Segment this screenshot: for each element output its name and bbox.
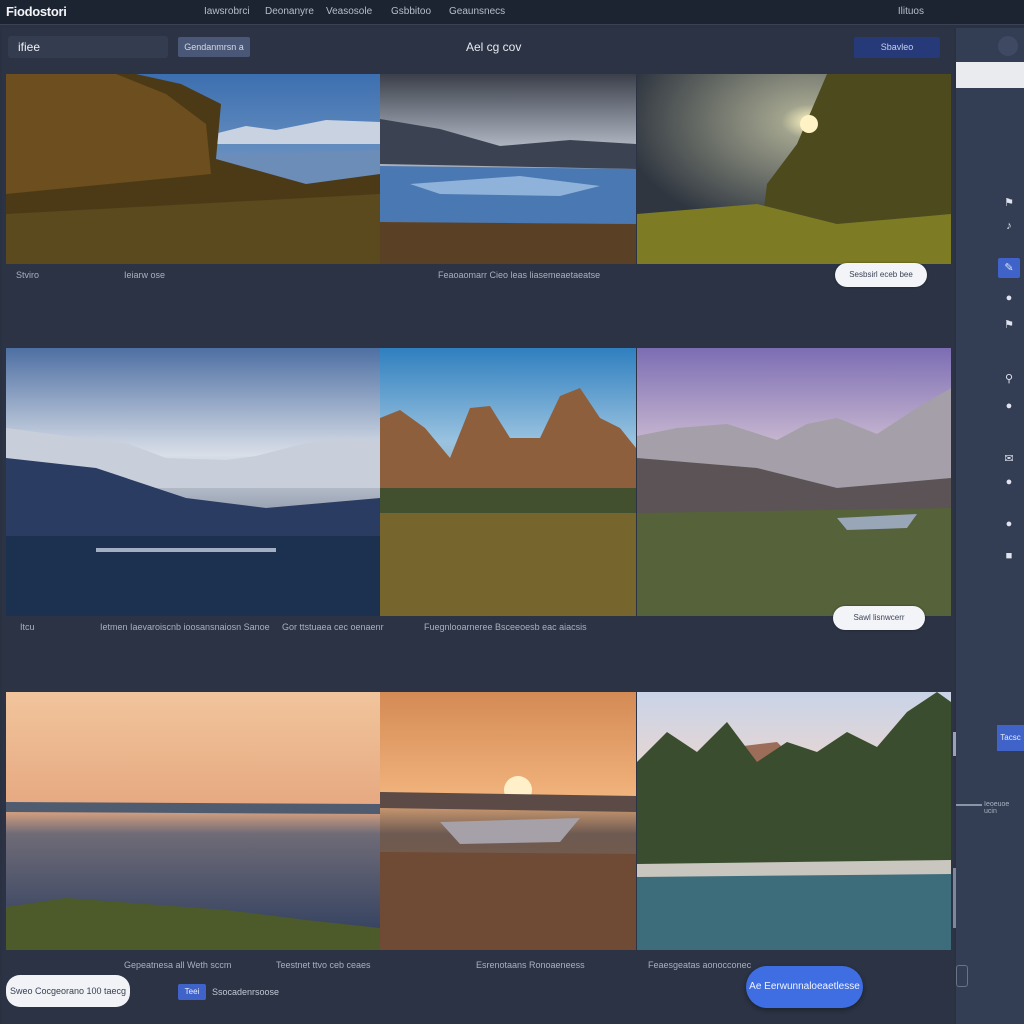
sidebar-label: Ieoeuoe ucin bbox=[984, 801, 1010, 815]
caption: Fuegnlooarneree Bsceeoesb eac aiacsis bbox=[424, 622, 587, 632]
scrollbar-thumb[interactable] bbox=[953, 732, 956, 756]
divider bbox=[956, 804, 982, 806]
photo-pastel-valley[interactable] bbox=[637, 348, 951, 616]
avatar[interactable] bbox=[998, 36, 1018, 56]
caption: Ietmen Iaevaroiscnb ioosansnaiosn Sanoe bbox=[100, 622, 270, 632]
caption: Gepeatnesa all Weth sccm bbox=[124, 960, 232, 970]
globe-icon[interactable]: ● bbox=[1002, 292, 1016, 304]
caption: Teestnet ttvo ceb ceaes bbox=[276, 960, 371, 970]
filter-button[interactable]: Gendanmrsn a bbox=[178, 37, 250, 57]
music-icon[interactable]: ♪ bbox=[1002, 220, 1016, 232]
sidebar-button[interactable]: Tacsc bbox=[997, 725, 1024, 751]
caption: Feaoaomarr Cieo leas liasemeaetaeatse bbox=[438, 270, 601, 280]
app-logo[interactable]: Fiodostori bbox=[6, 4, 67, 19]
primary-action-button[interactable]: Sbavleo bbox=[854, 37, 940, 58]
account-link[interactable]: Ilituos bbox=[898, 6, 924, 17]
photo-sunlit-forest[interactable] bbox=[637, 74, 951, 264]
scrollbar-thumb[interactable] bbox=[953, 868, 956, 928]
tag-button[interactable]: Teei bbox=[178, 984, 206, 1000]
primary-cta-button[interactable]: Ae Eerwunnaloeaetlesse bbox=[746, 966, 863, 1008]
photo-sunset-shore[interactable] bbox=[6, 692, 380, 950]
caption: Stviro bbox=[16, 270, 40, 280]
caption: Gor ttstuaea cec oenaenr bbox=[282, 622, 384, 632]
search-input[interactable]: ifiee bbox=[8, 36, 168, 58]
caption: Itcu bbox=[20, 622, 35, 632]
photo-lake-autumn-forest[interactable] bbox=[6, 74, 380, 264]
nav-link-4[interactable]: Gsbbitoo bbox=[391, 6, 431, 17]
nav-link-1[interactable]: Iawsrobrci bbox=[204, 6, 250, 17]
footer-text: Ssocadenrsoose bbox=[212, 987, 280, 997]
caption: Feaesgeatas aonocconec bbox=[648, 960, 752, 970]
photo-sunrise-flats[interactable] bbox=[380, 692, 636, 950]
nav-link-3[interactable]: Veasosole bbox=[326, 6, 372, 17]
caption: Ieiarw ose bbox=[124, 270, 166, 280]
shield-icon[interactable]: ● bbox=[1002, 400, 1016, 412]
pin-icon[interactable]: ⚲ bbox=[1002, 372, 1016, 385]
caption: Esrenotaans Ronoaeneess bbox=[476, 960, 585, 970]
corner-icon[interactable] bbox=[956, 965, 968, 987]
photo-misty-lake[interactable] bbox=[380, 74, 636, 264]
row-action-pill[interactable]: Sesbsirl eceb bee bbox=[835, 263, 927, 287]
pen-icon[interactable]: ✎ bbox=[998, 258, 1020, 278]
page-title: Ael cg cov bbox=[466, 40, 522, 54]
mail-icon[interactable]: ✉ bbox=[1002, 452, 1016, 465]
tag-icon[interactable]: ⚑ bbox=[1002, 196, 1016, 209]
row-action-pill[interactable]: Sawl lisnwcerr bbox=[833, 606, 925, 630]
nav-link-5[interactable]: Geaunsnecs bbox=[449, 6, 505, 17]
box-icon[interactable]: ■ bbox=[1002, 550, 1016, 562]
sidebar-search-field[interactable] bbox=[956, 62, 1024, 88]
photo-pine-river[interactable] bbox=[637, 692, 951, 950]
nav-link-2[interactable]: Deonanyre bbox=[265, 6, 314, 17]
footer-pill-button[interactable]: Sweo Cocgeorano 100 taecg bbox=[6, 975, 130, 1007]
photo-snowy-mountain-lake[interactable] bbox=[6, 348, 380, 616]
lock-icon[interactable]: ● bbox=[1002, 476, 1016, 488]
flag-icon[interactable]: ⚑ bbox=[1002, 318, 1016, 331]
chat-icon[interactable]: ● bbox=[1002, 518, 1016, 530]
top-navigation-bar: Fiodostori Iawsrobrci Deonanyre Veasosol… bbox=[0, 0, 1024, 25]
photo-rock-spires[interactable] bbox=[380, 348, 636, 616]
